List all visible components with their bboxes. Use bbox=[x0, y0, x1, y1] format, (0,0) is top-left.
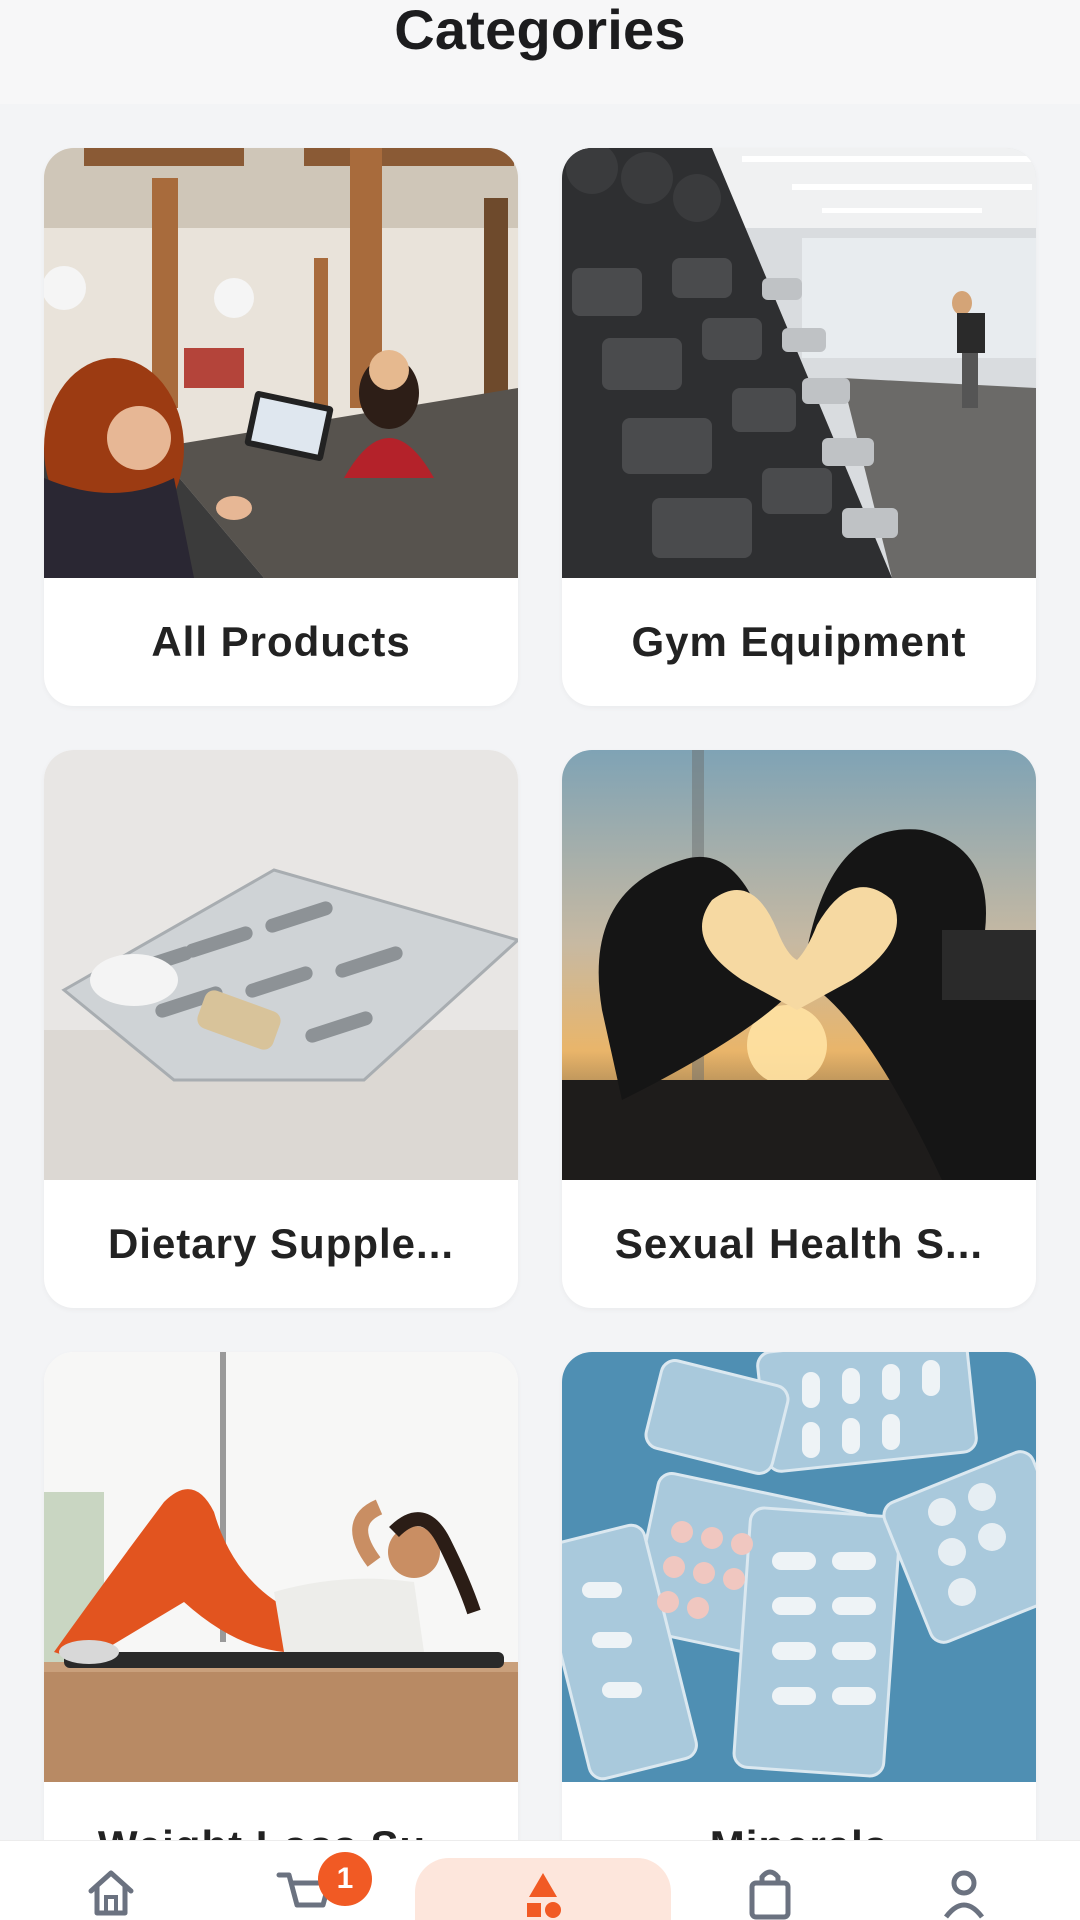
category-card-gym-equipment[interactable]: Gym Equipment bbox=[562, 148, 1036, 706]
page-title: Categories bbox=[394, 0, 686, 61]
blister-pack-photo bbox=[44, 750, 518, 1180]
bottom-nav bbox=[0, 1840, 1080, 1920]
category-label: All Products bbox=[151, 618, 411, 665]
category-card-minerals[interactable]: Minerals bbox=[562, 1352, 1036, 1910]
header: Categories bbox=[0, 0, 1080, 104]
category-card-sexual-health[interactable]: Sexual Health S... bbox=[562, 750, 1036, 1308]
pill-blisters-photo bbox=[562, 1352, 1036, 1782]
nav-profile[interactable] bbox=[904, 1841, 1024, 1920]
nav-home[interactable] bbox=[51, 1841, 171, 1920]
cart-badge: 1 bbox=[318, 1852, 372, 1906]
woman-crunches-photo bbox=[44, 1352, 518, 1782]
dumbbell-rack-photo bbox=[562, 148, 1036, 578]
category-card-dietary-supplements[interactable]: Dietary Supple... bbox=[44, 750, 518, 1308]
categories-screen: Categories All Products Gym Equipment Di… bbox=[0, 0, 1080, 1920]
nav-orders[interactable] bbox=[710, 1841, 830, 1920]
nav-categories[interactable] bbox=[483, 1841, 603, 1920]
home-icon bbox=[88, 1870, 134, 1916]
heart-hands-sunset-photo bbox=[562, 750, 1036, 1180]
salon-checkout-photo bbox=[44, 148, 518, 578]
category-label: Gym Equipment bbox=[631, 618, 967, 665]
profile-icon bbox=[944, 1870, 984, 1919]
category-label: Dietary Supple... bbox=[107, 1220, 455, 1267]
category-card-all-products[interactable]: All Products bbox=[44, 148, 518, 706]
category-card-weight-loss[interactable]: Weight Loss Su... bbox=[44, 1352, 518, 1910]
category-grid: All Products Gym Equipment Dietary Suppl… bbox=[44, 148, 1036, 1910]
shopping-bag-icon bbox=[749, 1869, 791, 1920]
categories-icon bbox=[527, 1873, 561, 1918]
category-label: Sexual Health S... bbox=[614, 1220, 984, 1267]
